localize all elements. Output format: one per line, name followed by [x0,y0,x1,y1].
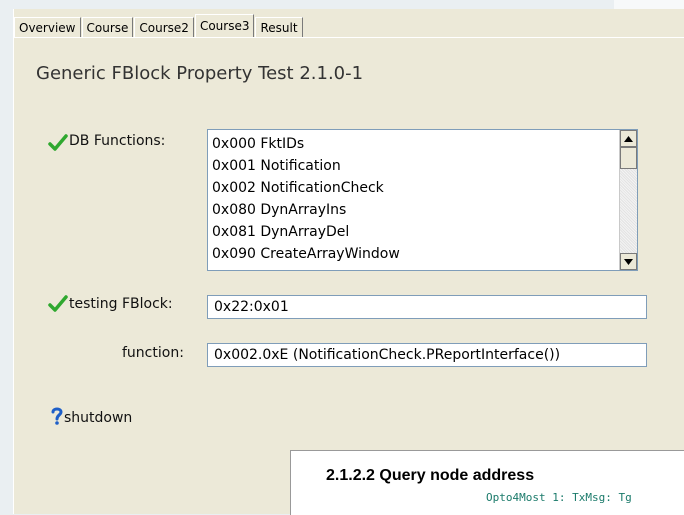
list-item[interactable]: 0x002 NotificationCheck [212,177,637,199]
checkmark-icon [48,134,68,156]
list-item[interactable]: 0x080 DynArrayIns [212,199,637,221]
document-heading: 2.1.2.2 Query node address [326,467,535,484]
list-item[interactable]: 0x001 Notification [212,155,637,177]
tab-strip: Overview Course Course2 Course3 Result [14,13,304,38]
list-item[interactable]: 0x000 FktIDs [212,133,637,155]
list-item[interactable]: 0x081 DynArrayDel [212,221,637,243]
vertical-scrollbar[interactable] [619,130,637,270]
db-functions-listbox[interactable]: 0x000 FktIDs 0x001 Notification 0x002 No… [207,129,638,271]
tab-course3[interactable]: Course3 [194,14,255,38]
tab-divider [14,37,684,38]
page-title: Generic FBlock Property Test 2.1.0-1 [36,63,364,84]
tab-course[interactable]: Course [81,17,134,37]
tab-overview[interactable]: Overview [14,17,81,37]
list-item[interactable]: 0x090 CreateArrayWindow [212,243,637,265]
document-window: 2.1.2.2 Query node address Opto4Most 1: … [290,450,684,515]
tab-course2[interactable]: Course2 [134,17,194,37]
arrow-down-icon [624,258,633,265]
function-field[interactable]: 0x002.0xE (NotificationCheck.PReportInte… [207,343,647,367]
scroll-up-button[interactable] [620,130,637,147]
arrow-up-icon [624,135,633,142]
db-functions-label: DB Functions: [69,133,166,149]
checkmark-icon [48,295,68,317]
shutdown-label: shutdown [64,410,133,426]
testing-fblock-label: testing FBlock: [69,296,173,312]
scroll-down-button[interactable] [620,253,637,270]
tab-panel: Overview Course Course2 Course3 Result G… [13,9,684,514]
tab-result[interactable]: Result [255,17,303,37]
scrollbar-thumb[interactable] [620,147,637,169]
document-code-line: Opto4Most 1: TxMsg: Tg [486,491,632,504]
function-label: function: [122,345,184,361]
question-icon [50,407,64,429]
testing-fblock-field[interactable]: 0x22:0x01 [207,295,647,319]
